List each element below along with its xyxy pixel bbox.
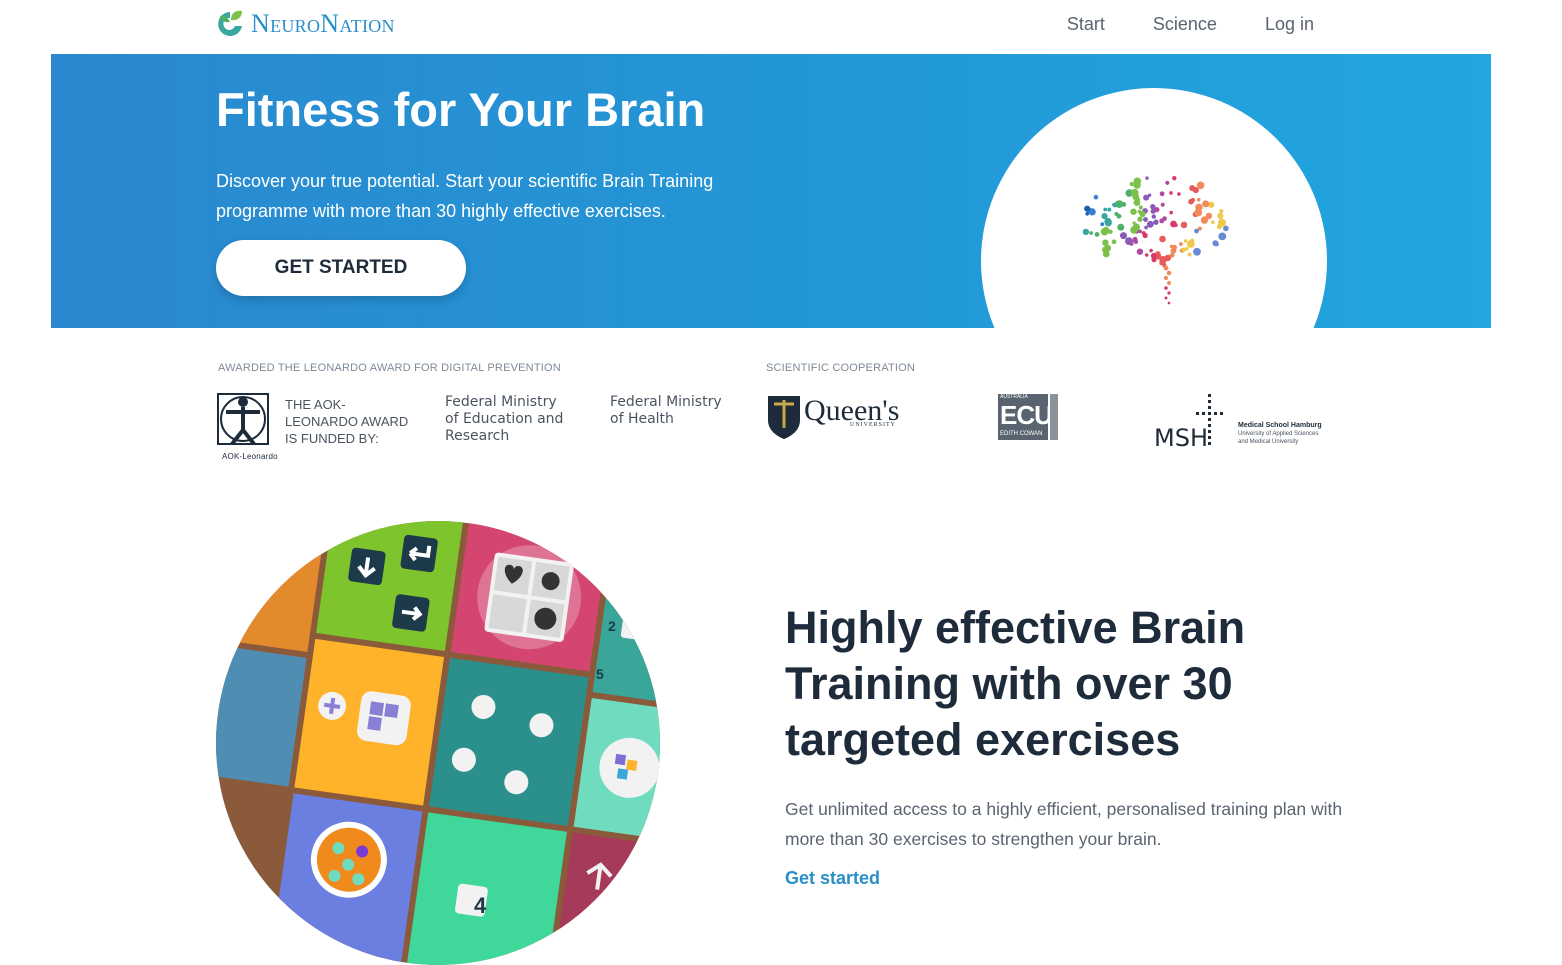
brain-dots-icon xyxy=(1082,176,1229,305)
site-header: NeuroNation Start Science Log in xyxy=(0,0,1562,54)
ecu-logo: AUSTRALIA ECU EDITH COWAN UNIVERSITY xyxy=(998,394,1066,442)
hero-banner: Fitness for Your Brain Discover your tru… xyxy=(51,54,1491,328)
brand-name: NeuroNation xyxy=(251,9,395,38)
games-illustration: 2 5 4 xyxy=(216,521,660,965)
cooperation-heading: SCIENTIFIC COOPERATION xyxy=(766,362,916,374)
game-tiles-icon: 2 5 4 xyxy=(216,521,660,965)
aok-caption: AOK-Leonardo xyxy=(222,452,278,461)
queens-crest-icon xyxy=(768,396,800,439)
feature-title: Highly effective Brain Training with ove… xyxy=(785,602,1246,765)
hero-title: Fitness for Your Brain xyxy=(216,83,706,136)
ministry-health: Federal Ministry of Health xyxy=(610,394,722,427)
feature-subtitle: Get unlimited access to a highly efficie… xyxy=(785,799,1343,849)
top-nav: Start Science Log in xyxy=(1067,14,1314,35)
nav-login[interactable]: Log in xyxy=(1265,14,1314,35)
get-started-button[interactable]: GET STARTED xyxy=(216,240,466,296)
nav-science[interactable]: Science xyxy=(1153,14,1217,35)
awards-heading: AWARDED THE LEONARDO AWARD FOR DIGITAL P… xyxy=(218,362,561,374)
tile-number-4: 4 xyxy=(474,893,487,918)
ecu-sub: EDITH COWAN xyxy=(1000,431,1043,437)
msh-title: Medical School Hamburg xyxy=(1238,422,1322,429)
ecu-side: UNIVERSITY xyxy=(1060,399,1067,431)
msh-logo: MSH Medical School Hamburg University of… xyxy=(1154,394,1329,452)
aok-award-text: THE AOK-LEONARDO AWARD IS FUNDED BY: xyxy=(285,397,409,446)
hero-circle xyxy=(981,88,1327,328)
aok-leonardo-logo-icon xyxy=(217,393,269,446)
ministry-education: Federal Ministry of Education and Resear… xyxy=(445,394,564,444)
nav-start[interactable]: Start xyxy=(1067,14,1105,35)
msh-line2: and Medical University xyxy=(1238,439,1299,445)
tile-number-2: 2 xyxy=(608,618,616,634)
hero-subtitle: Discover your true potential. Start your… xyxy=(216,171,714,221)
tile-number-5: 5 xyxy=(596,666,604,682)
queens-sub: UNIVERSITY xyxy=(850,422,896,428)
ecu-text: ECU xyxy=(1000,400,1053,430)
queens-university-logo: Queen's UNIVERSITY xyxy=(766,394,899,445)
msh-line1: University of Applied Sciences xyxy=(1238,431,1319,437)
get-started-link[interactable]: Get started xyxy=(785,868,880,889)
leaf-logo-icon xyxy=(218,10,242,36)
neuronation-logo[interactable]: NeuroNation xyxy=(215,8,395,40)
msh-text: MSH xyxy=(1154,424,1208,452)
